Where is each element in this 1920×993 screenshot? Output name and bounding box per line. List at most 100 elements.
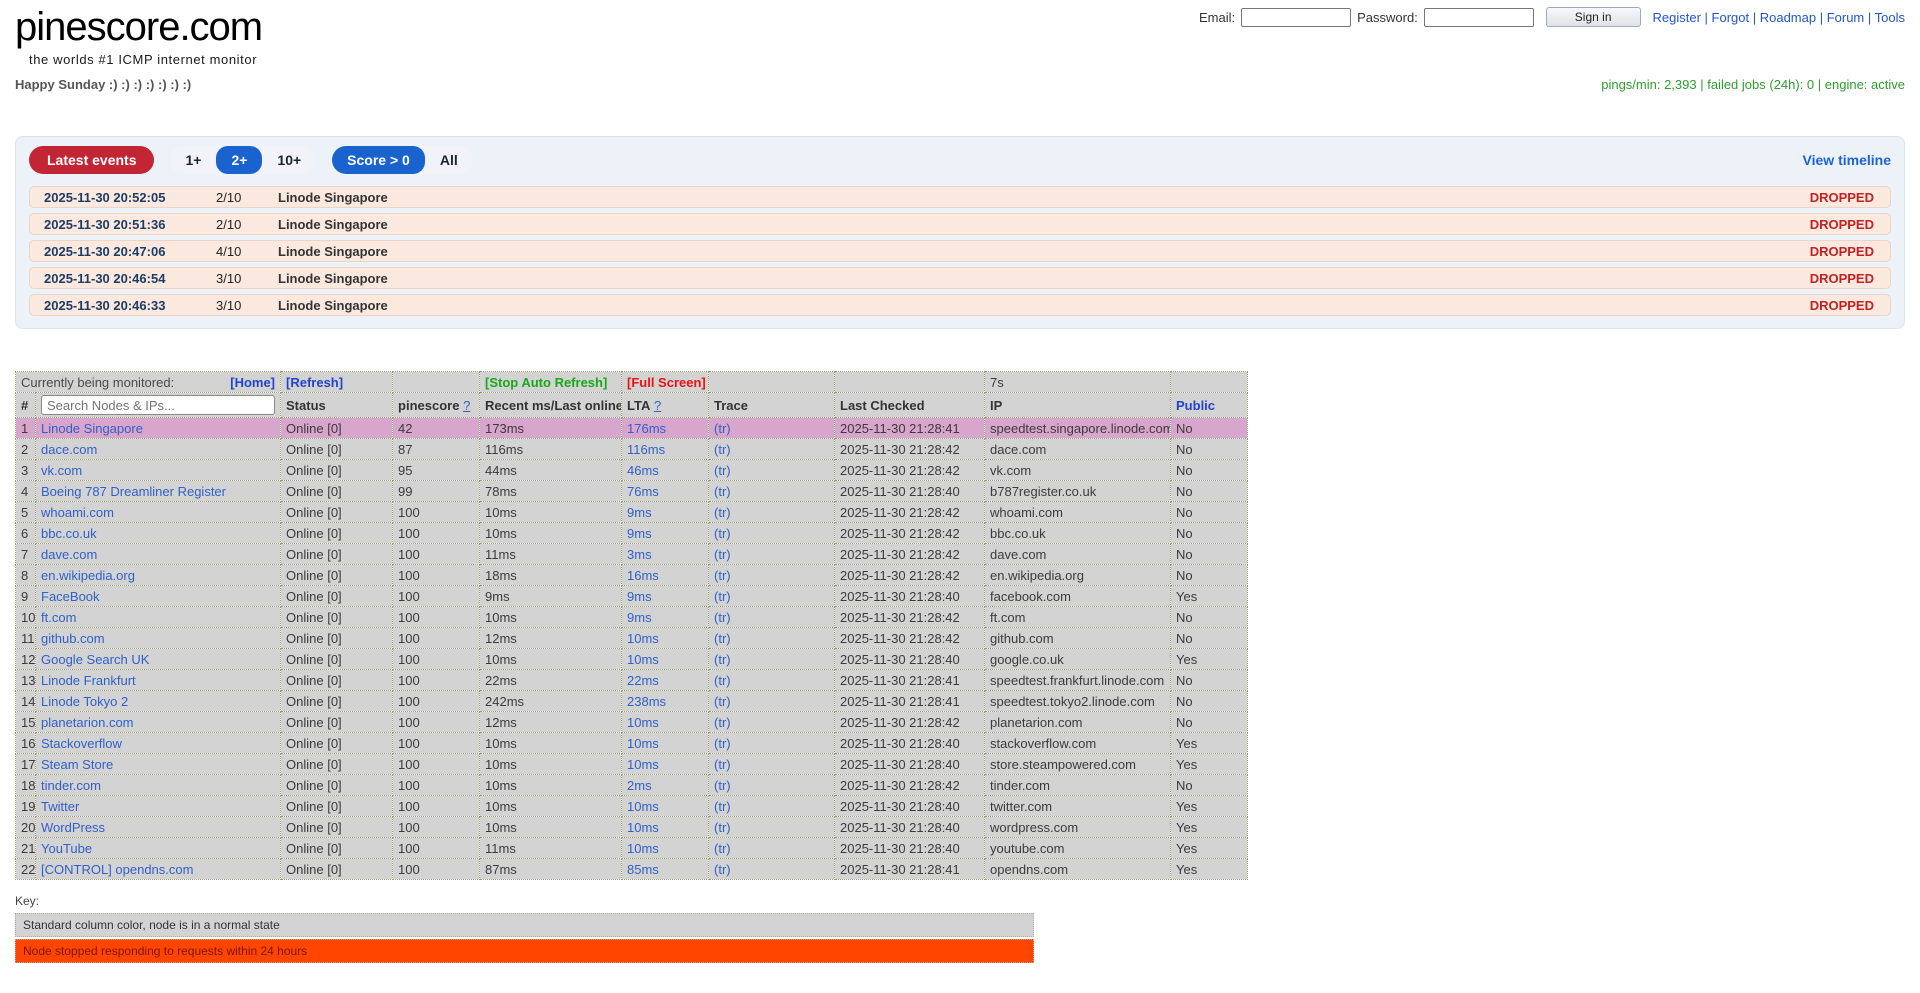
lta-link[interactable]: 116ms <box>627 442 665 457</box>
trace-link[interactable]: (tr) <box>714 652 731 667</box>
node-link[interactable]: bbc.co.uk <box>41 526 97 541</box>
trace-link[interactable]: (tr) <box>714 526 731 541</box>
public-value: No <box>1171 607 1248 628</box>
node-link[interactable]: Steam Store <box>41 757 113 772</box>
node-link[interactable]: ft.com <box>41 610 76 625</box>
event-row[interactable]: 2025-11-30 20:52:05 2/10 Linode Singapor… <box>29 186 1891 208</box>
trace-link[interactable]: (tr) <box>714 694 731 709</box>
trace-link[interactable]: (tr) <box>714 820 731 835</box>
lta-link[interactable]: 85ms <box>627 862 659 877</box>
nav-link[interactable]: Tools <box>1864 10 1905 25</box>
engine-stats: pings/min: 2,393 | failed jobs (24h): 0 … <box>1601 77 1905 92</box>
nav-link[interactable]: Forum <box>1816 10 1864 25</box>
filter-option[interactable]: 1+ <box>170 146 216 174</box>
trace-link[interactable]: (tr) <box>714 673 731 688</box>
lta-help-link[interactable]: ? <box>654 398 661 413</box>
lta-link[interactable]: 2ms <box>627 778 652 793</box>
node-link[interactable]: Linode Singapore <box>41 421 143 436</box>
score-filter: Score > 0All <box>332 146 473 174</box>
trace-link[interactable]: (tr) <box>714 862 731 877</box>
col-public-link[interactable]: Public <box>1176 398 1215 413</box>
node-link[interactable]: Stackoverflow <box>41 736 122 751</box>
filter-option[interactable]: Score > 0 <box>332 146 425 174</box>
lta-link[interactable]: 22ms <box>627 673 659 688</box>
lta-link[interactable]: 16ms <box>627 568 659 583</box>
lta-link[interactable]: 10ms <box>627 757 659 772</box>
node-link[interactable]: YouTube <box>41 841 92 856</box>
node-link[interactable]: dave.com <box>41 547 97 562</box>
event-row[interactable]: 2025-11-30 20:46:33 3/10 Linode Singapor… <box>29 294 1891 316</box>
event-row[interactable]: 2025-11-30 20:47:06 4/10 Linode Singapor… <box>29 240 1891 262</box>
latest-events-button[interactable]: Latest events <box>29 146 154 174</box>
stop-auto-refresh-link[interactable]: [Stop Auto Refresh] <box>485 375 607 390</box>
lta-link[interactable]: 10ms <box>627 652 659 667</box>
node-link[interactable]: Linode Tokyo 2 <box>41 694 128 709</box>
node-link[interactable]: vk.com <box>41 463 82 478</box>
trace-link[interactable]: (tr) <box>714 421 731 436</box>
trace-link[interactable]: (tr) <box>714 841 731 856</box>
node-link[interactable]: [CONTROL] opendns.com <box>41 862 193 877</box>
trace-link[interactable]: (tr) <box>714 505 731 520</box>
node-link[interactable]: tinder.com <box>41 778 101 793</box>
node-link[interactable]: WordPress <box>41 820 105 835</box>
lta-link[interactable]: 10ms <box>627 799 659 814</box>
lta-link[interactable]: 3ms <box>627 547 652 562</box>
trace-link[interactable]: (tr) <box>714 547 731 562</box>
event-row[interactable]: 2025-11-30 20:51:36 2/10 Linode Singapor… <box>29 213 1891 235</box>
filter-option[interactable]: 10+ <box>262 146 316 174</box>
pinescore-value: 100 <box>393 817 480 838</box>
greeting-text: Happy Sunday :) :) :) :) :) :) :) <box>15 77 191 92</box>
trace-link[interactable]: (tr) <box>714 799 731 814</box>
lta-link[interactable]: 10ms <box>627 631 659 646</box>
lta-link[interactable]: 46ms <box>627 463 659 478</box>
view-timeline-link[interactable]: View timeline <box>1803 152 1891 168</box>
trace-link[interactable]: (tr) <box>714 610 731 625</box>
node-link[interactable]: Boeing 787 Dreamliner Register <box>41 484 226 499</box>
event-row[interactable]: 2025-11-30 20:46:54 3/10 Linode Singapor… <box>29 267 1891 289</box>
node-link[interactable]: planetarion.com <box>41 715 134 730</box>
node-link[interactable]: dace.com <box>41 442 97 457</box>
lta-link[interactable]: 76ms <box>627 484 659 499</box>
email-field[interactable] <box>1241 8 1351 27</box>
trace-link[interactable]: (tr) <box>714 442 731 457</box>
refresh-link[interactable]: [Refresh] <box>286 375 343 390</box>
trace-link[interactable]: (tr) <box>714 463 731 478</box>
pinescore-help-link[interactable]: ? <box>463 398 470 413</box>
lta-link[interactable]: 10ms <box>627 715 659 730</box>
lta-link[interactable]: 10ms <box>627 820 659 835</box>
trace-link[interactable]: (tr) <box>714 484 731 499</box>
node-link[interactable]: whoami.com <box>41 505 114 520</box>
sign-in-button[interactable]: Sign in <box>1546 7 1641 27</box>
lta-link[interactable]: 176ms <box>627 421 666 436</box>
filter-option[interactable]: 2+ <box>216 146 262 174</box>
search-input[interactable] <box>41 395 275 415</box>
trace-link[interactable]: (tr) <box>714 568 731 583</box>
event-score: 2/10 <box>216 217 278 232</box>
trace-link[interactable]: (tr) <box>714 631 731 646</box>
node-link[interactable]: en.wikipedia.org <box>41 568 135 583</box>
lta-link[interactable]: 10ms <box>627 841 659 856</box>
lta-link[interactable]: 9ms <box>627 526 652 541</box>
lta-link[interactable]: 9ms <box>627 589 652 604</box>
nav-link[interactable]: Roadmap <box>1749 10 1816 25</box>
password-field[interactable] <box>1424 8 1534 27</box>
node-link[interactable]: github.com <box>41 631 105 646</box>
filter-option[interactable]: All <box>425 146 473 174</box>
lta-link[interactable]: 10ms <box>627 736 659 751</box>
home-link[interactable]: [Home] <box>230 375 275 390</box>
nav-link[interactable]: Forgot <box>1701 10 1749 25</box>
nav-link[interactable]: Register <box>1653 10 1701 25</box>
node-link[interactable]: Google Search UK <box>41 652 149 667</box>
trace-link[interactable]: (tr) <box>714 715 731 730</box>
trace-link[interactable]: (tr) <box>714 757 731 772</box>
trace-link[interactable]: (tr) <box>714 589 731 604</box>
trace-link[interactable]: (tr) <box>714 736 731 751</box>
lta-link[interactable]: 9ms <box>627 505 652 520</box>
trace-link[interactable]: (tr) <box>714 778 731 793</box>
node-link[interactable]: Linode Frankfurt <box>41 673 136 688</box>
node-link[interactable]: FaceBook <box>41 589 100 604</box>
full-screen-link[interactable]: [Full Screen] <box>627 375 706 390</box>
lta-link[interactable]: 238ms <box>627 694 666 709</box>
node-link[interactable]: Twitter <box>41 799 79 814</box>
lta-link[interactable]: 9ms <box>627 610 652 625</box>
